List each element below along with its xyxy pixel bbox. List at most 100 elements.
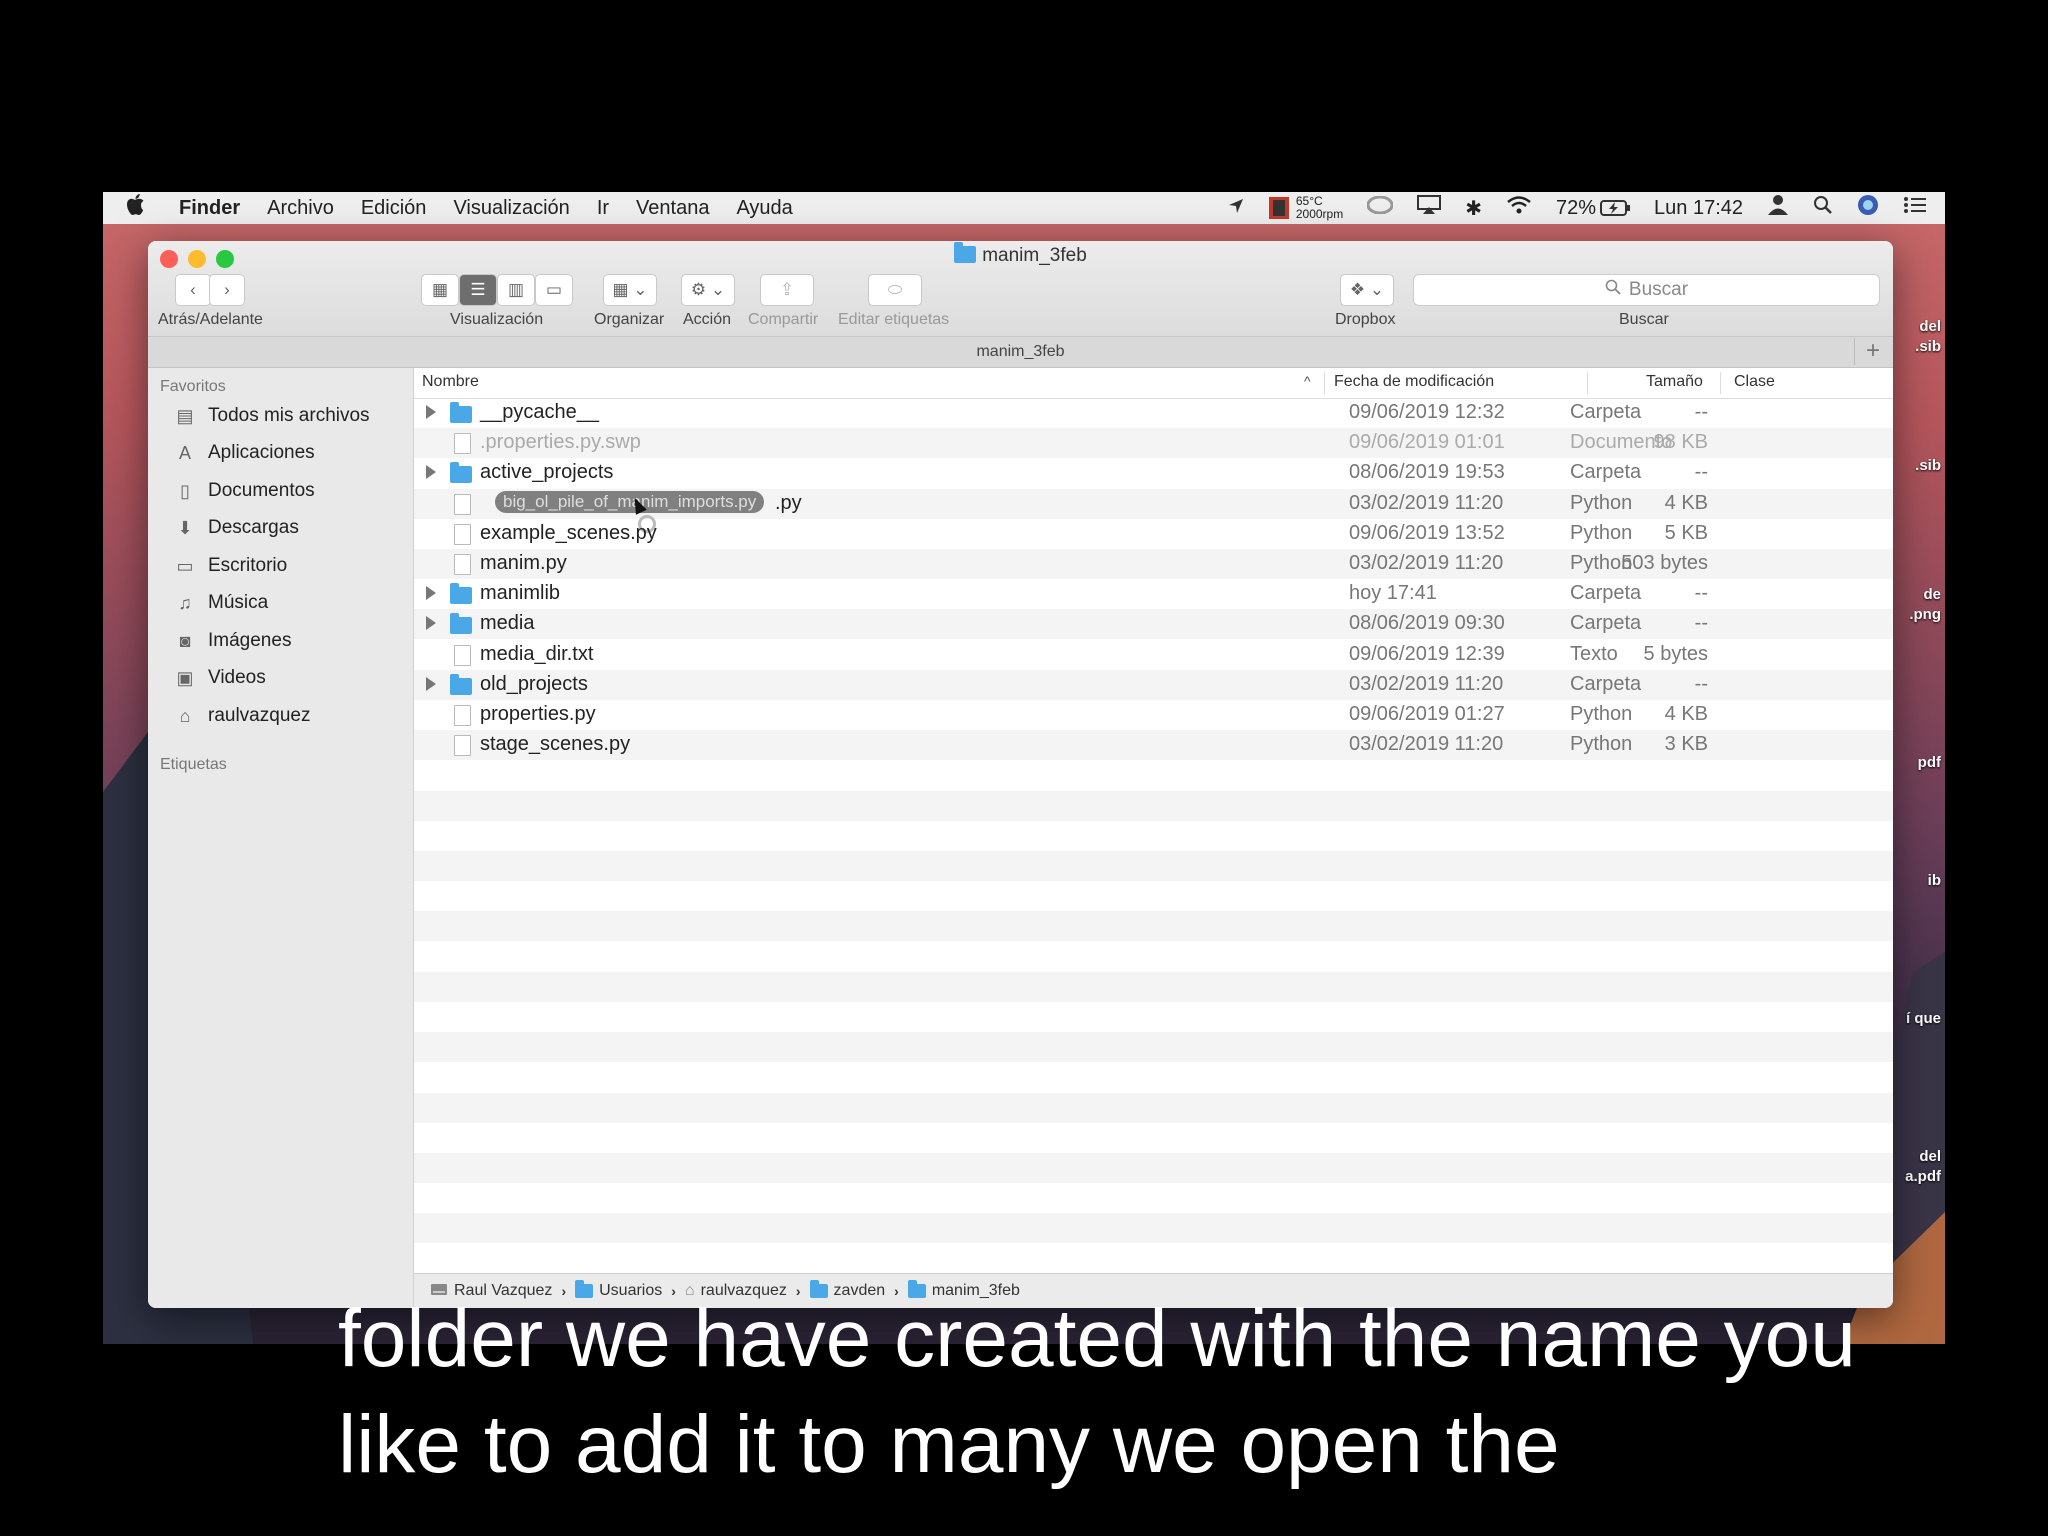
search-field[interactable]: Buscar [1413,274,1880,306]
disclosure-triangle-icon[interactable] [426,405,436,419]
sidebar: Favoritos ▤ Todos mis archivos A Aplicacio… [148,368,414,1308]
spotlight-search-icon[interactable] [1813,195,1833,221]
file-name: __pycache__ [480,401,599,423]
action-label: Acción [683,311,732,328]
menu-ayuda[interactable]: Ayuda [736,197,792,220]
file-kind: Python [1570,733,1633,756]
empty-row [414,1062,1893,1092]
folder-icon [450,613,472,635]
folder-row[interactable]: __pycache__ 09/06/2019 12:32 -- Carpeta [414,398,1893,428]
sidebar-header-tags[interactable]: Etiquetas [160,756,227,774]
file-row[interactable]: media_dir.txt 09/06/2019 12:39 5 bytes Text… [414,640,1893,670]
forward-button[interactable]: › [209,274,245,306]
location-arrow-icon[interactable] [1228,197,1244,220]
file-size: 503 bytes [1621,552,1708,574]
folder-row[interactable]: manimlib hoy 17:41 -- Carpeta [414,579,1893,609]
desktop-file-label[interactable]: í que [1906,1010,1941,1027]
disclosure-triangle-icon[interactable] [426,676,436,691]
sidebar-item-applications[interactable]: A Aplicaciones [173,438,315,468]
empty-row [414,1183,1893,1213]
airplay-icon[interactable] [1417,195,1442,221]
disclosure-triangle-icon[interactable] [426,616,436,631]
column-date[interactable]: Fecha de modificación [1334,373,1494,391]
folder-row[interactable]: old_projects 03/02/2019 11:20 -- Carpeta [414,669,1893,700]
wifi-icon[interactable] [1506,195,1532,221]
back-button[interactable]: ‹ [175,274,211,306]
desktop-file-label[interactable]: .png [1909,606,1941,623]
edit-tags-button[interactable]: ⬭ [868,274,922,306]
file-row[interactable]: manim.py 03/02/2019 11:20 503 bytes Python [414,549,1893,579]
file-row[interactable]: example_scenes.py 09/06/2019 13:52 5 KB Pyt… [414,519,1893,549]
share-button[interactable]: ⇪ [760,274,814,306]
menu-visualizacion[interactable]: Visualización [453,197,569,220]
menu-ir[interactable]: Ir [597,197,609,220]
desktop-file-label[interactable]: .sib [1915,457,1941,474]
new-tab-button[interactable]: + [1854,338,1891,365]
file-size: 4 KB [1664,703,1708,725]
view-columns-button[interactable]: ▥ [497,274,535,306]
sidebar-item-music[interactable]: ♫ Música [173,588,268,618]
file-date: 09/06/2019 12:32 [1349,401,1505,423]
tag-icon: ⬭ [887,280,903,299]
sidebar-item-downloads[interactable]: ⬇ Descargas [173,513,298,543]
home-icon: ⌂ [179,705,191,726]
tab-title[interactable]: manim_3feb [976,343,1064,360]
chevron-right-icon: › [224,280,230,299]
column-kind[interactable]: Clase [1734,373,1775,391]
arrange-label: Organizar [594,311,665,328]
desktop-file-label[interactable]: ib [1928,872,1941,889]
disclosure-triangle-icon[interactable] [426,586,436,601]
column-view-icon: ▥ [507,280,525,299]
file-row[interactable]: stage_scenes.py 03/02/2019 11:20 3 KB Pytho… [414,730,1893,761]
column-name[interactable]: Nombre [422,373,479,391]
column-size[interactable]: Tamaño [1646,373,1703,391]
creative-cloud-icon[interactable] [1366,195,1394,220]
file-icon [454,554,471,575]
menu-ventana[interactable]: Ventana [636,197,709,220]
view-list-button[interactable]: ☰ [459,274,497,306]
desktop-file-label[interactable]: del [1919,1148,1941,1165]
user-icon[interactable] [1767,194,1789,222]
file-row[interactable]: properties.py 09/06/2019 01:27 4 KB Python [414,700,1893,730]
menu-edicion[interactable]: Edición [361,197,427,220]
notification-center-icon[interactable] [1903,196,1927,220]
sidebar-item-home[interactable]: ⌂ raulvazquez [173,701,311,731]
file-kind: Carpeta [1570,582,1642,605]
view-gallery-button[interactable]: ▭ [535,274,573,306]
sidebar-item-documents[interactable]: ▯ Documentos [173,476,315,506]
siri-icon[interactable] [1857,194,1879,222]
bluetooth-icon[interactable]: ✱ [1465,196,1482,221]
desktop-file-label[interactable]: .sib [1915,338,1941,355]
clock[interactable]: Lun 17:42 [1654,197,1743,220]
file-row[interactable]: .properties.py.swp 09/06/2019 01:01 98 KB D… [414,428,1893,459]
sidebar-item-desktop[interactable]: ▭ Escritorio [173,551,287,581]
disclosure-triangle-icon[interactable] [426,465,436,480]
file-row[interactable]: .py 03/02/2019 11:20 4 KB Python big_ol_pile… [414,488,1893,533]
battery-status[interactable]: 72% [1556,197,1631,220]
fan-monitor-icon[interactable]: 65°C 2000rpm [1268,195,1343,221]
sidebar-item-pictures[interactable]: ◙ Imágenes [173,626,292,656]
desktop-file-label[interactable]: a.pdf [1905,1168,1941,1185]
menu-finder[interactable]: Finder [179,197,240,220]
file-date: 03/02/2019 11:20 [1349,672,1504,695]
sidebar-item-all-files[interactable]: ▤ Todos mis archivos [173,401,369,431]
file-icon [454,735,471,757]
folder-row[interactable]: active_projects 08/06/2019 19:53 -- Carpeta [414,458,1893,488]
dropbox-button[interactable]: ❖ ⌄ [1340,274,1394,306]
action-button[interactable]: ⚙ ⌄ [681,274,735,306]
arrange-button[interactable]: ▦ ⌄ [603,274,657,306]
sidebar-item-movies[interactable]: ▣ Videos [173,663,265,693]
apple-menu-icon[interactable] [127,194,157,222]
desktop-file-label[interactable]: pdf [1918,754,1941,771]
file-name: active_projects [480,461,614,484]
empty-row [414,1244,1893,1274]
folder-row[interactable]: media 08/06/2019 09:30 -- Carpeta [414,609,1893,640]
file-name: .py [775,491,802,514]
desktop-file-label[interactable]: de [1923,586,1941,603]
file-name: properties.py [480,703,596,725]
desktop-file-label[interactable]: del [1919,318,1941,335]
view-icons-button[interactable]: ▦ [421,274,459,306]
menu-archivo[interactable]: Archivo [267,197,334,220]
file-kind: Documento [1570,431,1673,454]
folder-icon [450,583,472,605]
